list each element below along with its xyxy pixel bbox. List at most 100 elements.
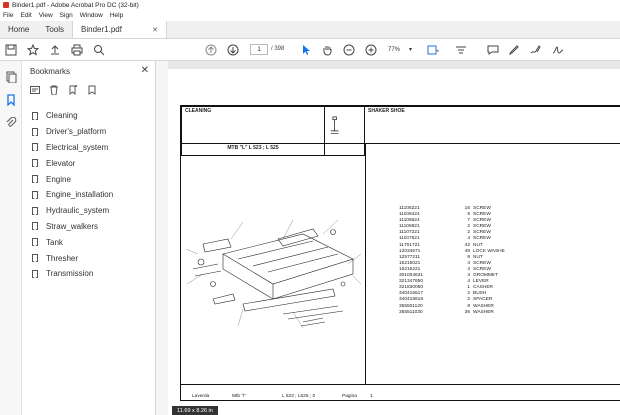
document-viewer[interactable]: CLEANING SHAKER SHOE MTB "L" L 523 ; L 5… [168,61,620,415]
footer-divider [181,384,620,385]
tab-bar: Home Tools Binder1.pdf ✕ [0,21,620,39]
menu-window[interactable]: Window [80,12,103,19]
parts-row: 355511030 36 WASHER [399,310,543,316]
tab-tools[interactable]: Tools [37,21,72,38]
page-thumbnails-icon[interactable] [5,71,17,84]
previous-page-icon[interactable] [204,43,218,57]
bookmark-label: Engine [46,174,71,184]
bookmark-list: Cleaning Driver's_platform Electrical_sy… [32,108,113,282]
select-cursor-icon[interactable] [299,43,313,57]
bookmark-item[interactable]: Cleaning [32,108,113,124]
attachments-icon[interactable] [5,116,17,129]
section-title: CLEANING [185,108,212,114]
bookmark-label: Elevator [46,158,76,168]
parts-list: 11106221 16 SCREW 11106424 6 SCREW 11106624 7… [399,206,543,316]
bookmark-item[interactable]: Engine_installation [32,187,113,203]
parts-sheet: CLEANING SHAKER SHOE MTB "L" L 523 ; L 5… [180,105,620,401]
bookmark-icon [32,175,38,184]
comment-icon[interactable] [486,43,500,57]
menu-help[interactable]: Help [110,12,123,19]
bookmark-label: Cleaning [46,111,78,121]
model-title: MTB "L" L 523 ; L 525 [227,145,279,151]
save-icon[interactable] [4,43,18,57]
menu-view[interactable]: View [39,12,53,19]
toolbar [0,39,620,61]
zoom-in-icon[interactable] [364,43,378,57]
bookmarks-title: Bookmarks [30,67,71,76]
draw-icon[interactable] [529,43,543,57]
assembly-title: SHAKER SHOE [368,108,405,114]
page-display-icon[interactable] [426,43,440,57]
hand-tool-icon[interactable] [320,43,334,57]
section-header: CLEANING [181,106,325,144]
page-number-input[interactable]: 1 [250,44,268,55]
menu-bar: File Edit View Sign Window Help [0,10,620,21]
bookmark-icon [32,238,38,247]
highlight-pen-icon[interactable] [507,43,521,57]
delete-icon[interactable] [49,85,59,96]
scroll-mode-icon[interactable] [454,43,468,57]
bookmark-item[interactable]: Transmission [32,266,113,282]
bookmark-label: Transmission [46,269,94,279]
column-divider [365,144,366,384]
footer-ref: L 523 ; L525 ; 0 [282,394,316,399]
zoom-value: 77% [388,46,401,53]
part-desc: WASHER [473,309,494,315]
footer-page-label: Pagina [342,394,357,399]
page-footer: Laverda Mtb "l" L 523 ; L525 ; 0 Pagina … [192,394,373,399]
part-icon-box [325,106,365,144]
part-qty: 36 [464,309,470,315]
acrobat-app-icon [3,2,9,8]
bookmarks-panel: Bookmarks ✕ Cleaning Driver's_platform E… [22,61,156,415]
search-icon[interactable] [92,43,106,57]
bookmark-item[interactable]: Straw_walkers [32,219,113,235]
panel-splitter[interactable] [156,61,168,415]
bookmark-item[interactable]: Elevator [32,155,113,171]
options-menu-icon[interactable] [30,85,40,95]
zoom-out-icon[interactable] [342,43,356,57]
bookmark-item[interactable]: Electrical_system [32,140,113,156]
menu-file[interactable]: File [3,12,13,19]
page-count: / 398 [271,46,285,52]
menu-edit[interactable]: Edit [20,12,31,19]
bookmark-item[interactable]: Hydraulic_system [32,203,113,219]
bookmark-item[interactable]: Engine [32,171,113,187]
bookmark-from-selection-icon[interactable] [87,85,97,95]
zoom-dropdown[interactable]: 77% ▾ [388,44,412,55]
page-number-value: 1 [257,46,261,53]
star-icon[interactable] [26,43,40,57]
menu-sign[interactable]: Sign [60,12,73,19]
bookmark-item[interactable]: Driver's_platform [32,124,113,140]
tab-home-label: Home [8,25,30,34]
bookmark-icon [32,269,38,278]
close-icon[interactable]: ✕ [141,65,149,76]
next-page-icon[interactable] [226,43,240,57]
bookmark-icon [32,254,38,263]
upload-icon[interactable] [48,43,62,57]
footer-brand: Laverda [192,394,210,399]
new-bookmark-icon[interactable] [68,85,78,96]
bookmark-icon [32,206,38,215]
part-drawing-icon [330,116,339,135]
bookmark-icon [32,190,38,199]
bookmark-icon [32,222,38,231]
model-box: MTB "L" L 523 ; L 525 [181,144,325,156]
bookmark-icon [32,111,38,120]
bookmark-icon [32,159,38,168]
tab-home[interactable]: Home [0,21,37,38]
footer-page-number: 1 [370,394,373,399]
bookmark-icon [32,143,38,152]
bookmark-panel-icon[interactable] [5,94,17,107]
bookmark-item[interactable]: Tank [32,234,113,250]
chevron-down-icon: ▾ [408,47,412,53]
close-tab-icon[interactable]: ✕ [152,26,158,34]
bookmark-label: Thresher [46,253,79,263]
tab-document[interactable]: Binder1.pdf ✕ [72,21,168,38]
title-bar: Binder1.pdf - Adobe Acrobat Pro DC (32-b… [0,0,620,10]
bookmark-item[interactable]: Thresher [32,250,113,266]
print-icon[interactable] [70,43,84,57]
bookmark-label: Straw_walkers [46,221,99,231]
bookmark-label: Engine_installation [46,190,114,200]
sign-icon[interactable] [551,43,565,57]
tab-document-label: Binder1.pdf [81,25,122,34]
